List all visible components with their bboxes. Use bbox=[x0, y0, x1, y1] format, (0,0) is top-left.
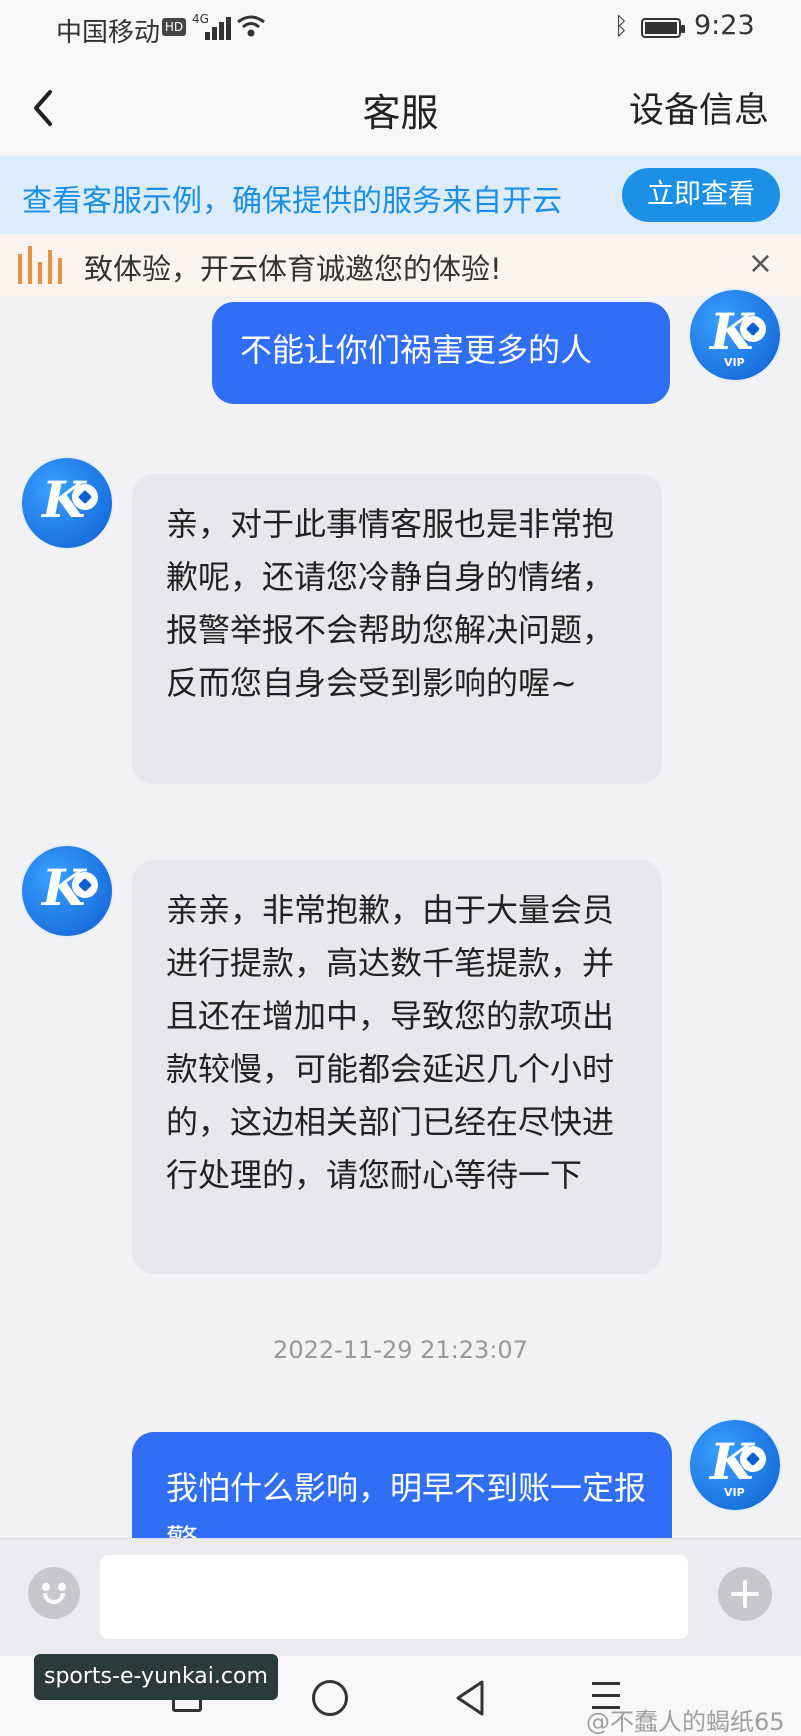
back-triangle-icon[interactable] bbox=[452, 1678, 488, 1718]
plus-icon[interactable] bbox=[718, 1567, 772, 1621]
user-avatar[interactable]: K VIP bbox=[690, 290, 780, 380]
chat-input-bar bbox=[0, 1538, 801, 1656]
message-bubble-incoming: 亲，对于此事情客服也是非常抱歉呢，还请您冷静自身的情绪，报警举报不会帮助您解决问… bbox=[132, 474, 662, 784]
soccer-ball-icon bbox=[740, 1446, 766, 1472]
promo-text: 查看客服示例，确保提供的服务来自开云 bbox=[22, 184, 562, 219]
message-text: 亲亲，非常抱歉，由于大量会员进行提款，高达数千笔提款，并且还在增加中，导致您的款… bbox=[166, 891, 615, 1194]
close-icon[interactable]: × bbox=[748, 246, 773, 281]
message-clip: 我怕什么影响，明早不到账一定报警 bbox=[132, 1432, 672, 1538]
message-text: 亲，对于此事情客服也是非常抱歉呢，还请您冷静自身的情绪，报警举报不会帮助您解决问… bbox=[166, 505, 615, 702]
message-text: 不能让你们祸害更多的人 bbox=[240, 331, 593, 369]
soccer-ball-icon bbox=[72, 872, 98, 898]
user-avatar[interactable]: K VIP bbox=[690, 1420, 780, 1510]
promo-banner: 查看客服示例，确保提供的服务来自开云 立即查看 bbox=[0, 156, 801, 234]
bluetooth-icon: ᛒ bbox=[614, 12, 629, 40]
message-text: 我怕什么影响，明早不到账一定报警 bbox=[166, 1469, 647, 1538]
wifi-icon bbox=[237, 15, 265, 37]
agent-avatar[interactable]: K bbox=[22, 846, 112, 936]
device-info-button[interactable]: 设备信息 bbox=[629, 82, 769, 133]
vip-badge: VIP bbox=[724, 1486, 745, 1499]
battery-icon bbox=[641, 18, 685, 38]
message-bubble-incoming: 亲亲，非常抱歉，由于大量会员进行提款，高达数千笔提款，并且还在增加中，导致您的款… bbox=[132, 860, 662, 1274]
notice-bar: 致体验，开云体育诚邀您的体验! × bbox=[0, 234, 801, 296]
clock-time: 9:23 bbox=[694, 10, 755, 41]
view-now-button[interactable]: 立即查看 bbox=[622, 168, 780, 222]
signal-icon bbox=[205, 16, 233, 40]
sound-icon bbox=[18, 246, 64, 284]
home-icon[interactable] bbox=[312, 1680, 348, 1716]
hd-badge: HD bbox=[162, 18, 186, 36]
message-bubble-outgoing: 我怕什么影响，明早不到账一定报警 bbox=[132, 1432, 672, 1538]
carrier-name: 中国移动 bbox=[56, 18, 161, 48]
vip-badge: VIP bbox=[724, 356, 745, 369]
watermark-left: sports-e-yunkai.com bbox=[34, 1654, 278, 1700]
message-input[interactable] bbox=[100, 1555, 688, 1639]
soccer-ball-icon bbox=[740, 316, 766, 342]
watermark-right: @不蠢人的蝎纸65 bbox=[586, 1708, 785, 1736]
message-bubble-outgoing: 不能让你们祸害更多的人 bbox=[212, 302, 670, 404]
message-timestamp: 2022-11-29 21:23:07 bbox=[273, 1336, 528, 1364]
top-nav-bar: 客服 设备信息 bbox=[0, 56, 801, 156]
notice-text: 致体验，开云体育诚邀您的体验! bbox=[84, 252, 502, 286]
agent-avatar[interactable]: K bbox=[22, 458, 112, 548]
soccer-ball-icon bbox=[72, 484, 98, 510]
status-bar: 中国移动 HD 4G ᛒ 9:23 bbox=[0, 0, 801, 56]
emoji-icon[interactable] bbox=[28, 1567, 80, 1619]
